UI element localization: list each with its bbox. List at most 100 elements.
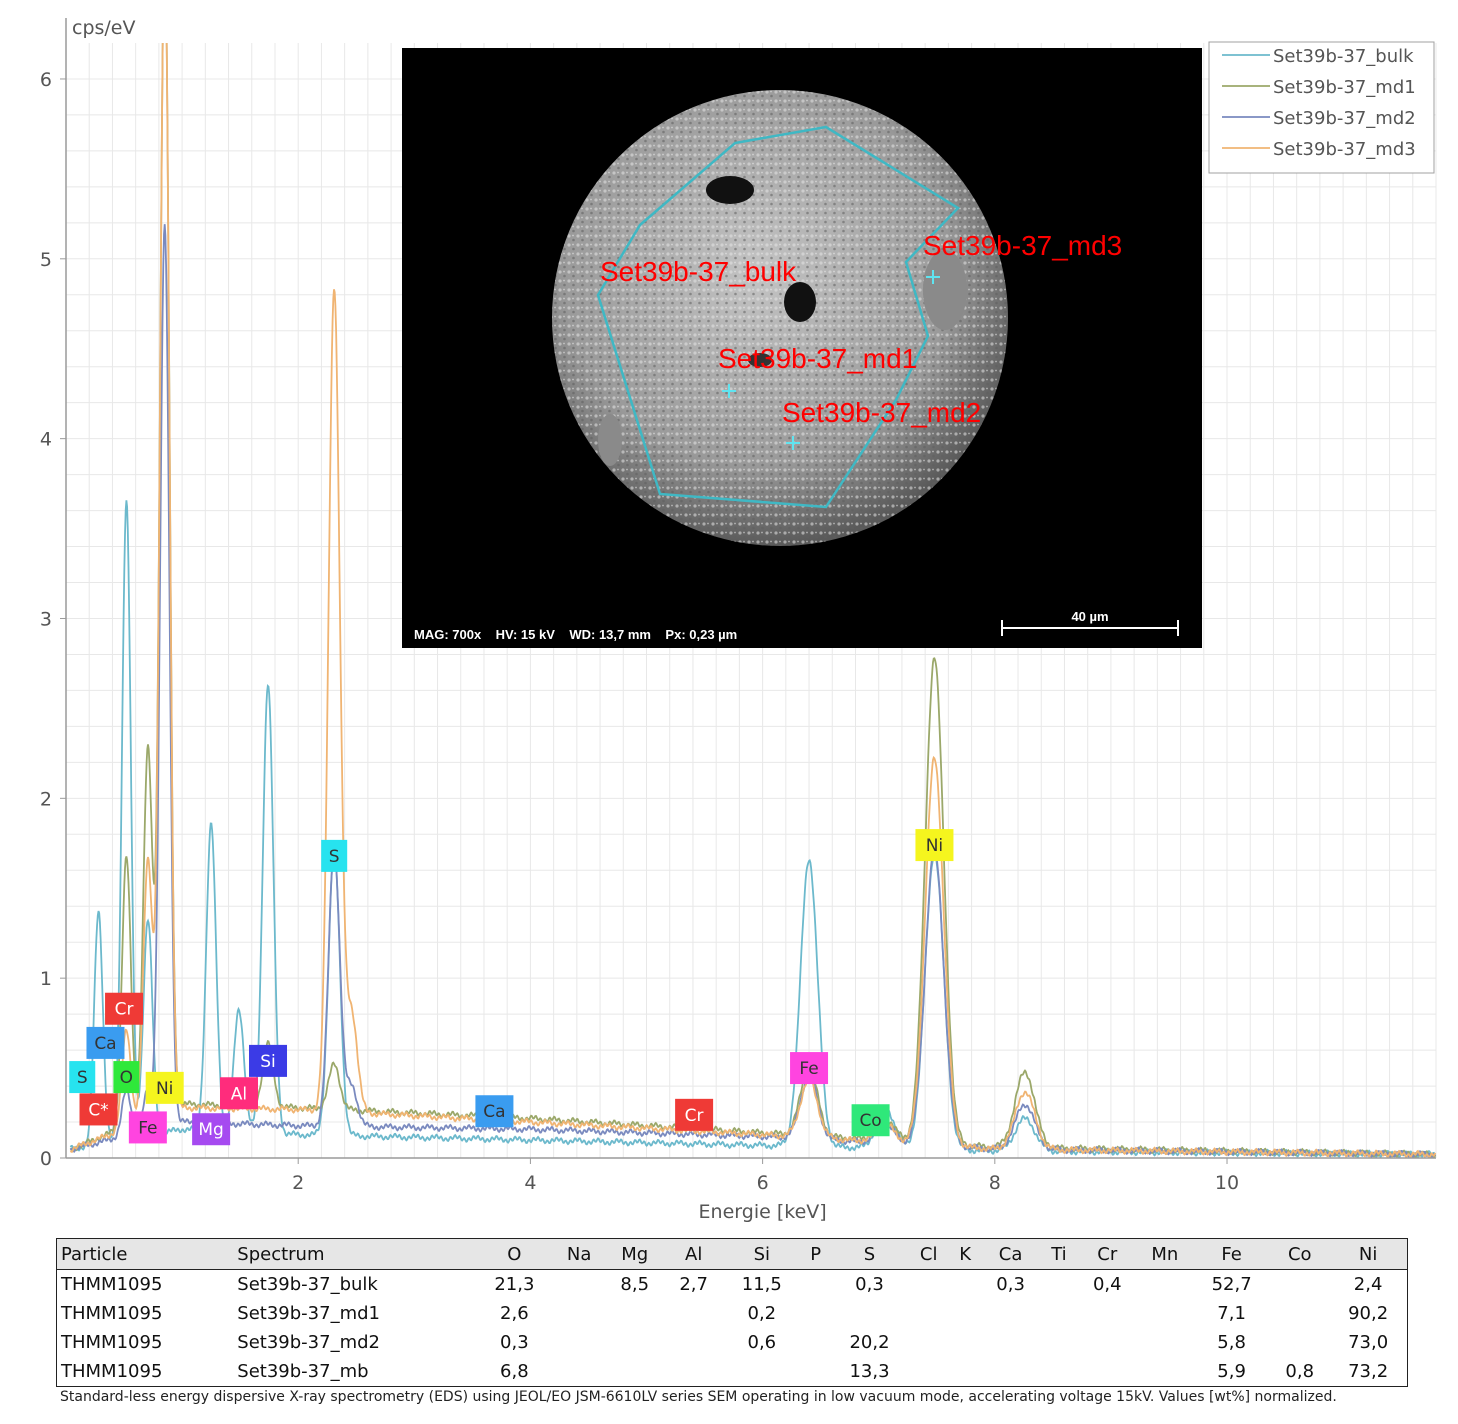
table-cell bbox=[1137, 1328, 1193, 1357]
table-cell: 6,8 bbox=[500, 1361, 529, 1382]
table-header-cell: Ni bbox=[1329, 1238, 1408, 1270]
table-cell bbox=[553, 1357, 605, 1387]
element-label: C* bbox=[79, 1093, 118, 1126]
element-label: Si bbox=[249, 1044, 288, 1077]
table-cell: 0,3 bbox=[996, 1274, 1025, 1295]
table-cell: Set39b-37_mb bbox=[237, 1361, 369, 1382]
legend-entry: Set39b-37_md3 bbox=[1273, 139, 1416, 160]
table-cell: Set39b-37_md2 bbox=[237, 1332, 380, 1353]
table-cell: 0,3 bbox=[855, 1274, 884, 1295]
y-tick-label: 1 bbox=[40, 968, 52, 990]
table-cell bbox=[664, 1299, 723, 1328]
table-cell: THMM1095 bbox=[61, 1274, 163, 1295]
sem-image-inset: Set39b-37_bulk Set39b-37_md1 Set39b-37_m… bbox=[402, 48, 1202, 648]
table-cell bbox=[1078, 1328, 1137, 1357]
table-cell bbox=[1078, 1357, 1137, 1387]
element-label-text: Ni bbox=[156, 1079, 173, 1099]
element-label-text: Fe bbox=[138, 1118, 157, 1138]
table-cell bbox=[1040, 1270, 1078, 1300]
element-label-text: S bbox=[329, 847, 340, 867]
table-row: THMM1095 Set39b-37_md1 2,6 0,2 7,1 90,2 bbox=[57, 1299, 1408, 1328]
table-cell bbox=[723, 1357, 800, 1387]
element-label-text: Co bbox=[859, 1111, 881, 1131]
table-cell: 2,6 bbox=[500, 1303, 529, 1324]
element-label-text: O bbox=[120, 1068, 133, 1088]
table-cell bbox=[553, 1270, 605, 1300]
table-header-cell: S bbox=[830, 1238, 909, 1270]
table-cell bbox=[949, 1357, 981, 1387]
table-cell bbox=[664, 1357, 723, 1387]
table-cell: 11,5 bbox=[741, 1274, 782, 1295]
element-label-text: Mg bbox=[198, 1120, 223, 1140]
table-cell bbox=[605, 1299, 664, 1328]
table-header-cell: Mn bbox=[1136, 1238, 1193, 1270]
sem-scale-label: 40 µm bbox=[1071, 609, 1108, 624]
table-row: THMM1095 Set39b-37_bulk 21,3 8,5 2,7 11,5 0,3 0… bbox=[57, 1270, 1408, 1300]
x-tick-label: 10 bbox=[1215, 1172, 1239, 1194]
element-label: Ni bbox=[145, 1071, 184, 1104]
x-axis-label: Energie [keV] bbox=[699, 1201, 827, 1223]
table-cell bbox=[908, 1270, 949, 1300]
table-cell bbox=[981, 1328, 1040, 1357]
table-header-cell: Fe bbox=[1192, 1238, 1271, 1270]
table-cell: Set39b-37_md1 bbox=[237, 1303, 380, 1324]
table-cell bbox=[1270, 1299, 1329, 1328]
element-label-text: Al bbox=[231, 1084, 247, 1104]
table-header-cell: Mg bbox=[605, 1238, 665, 1270]
table-cell bbox=[949, 1270, 981, 1300]
table-header-cell: O bbox=[475, 1238, 554, 1270]
element-label: Co bbox=[851, 1104, 890, 1137]
table-cell: 5,9 bbox=[1217, 1361, 1246, 1382]
table-cell bbox=[949, 1328, 981, 1357]
table-cell: Set39b-37_bulk bbox=[237, 1274, 378, 1295]
table-body: THMM1095 Set39b-37_bulk 21,3 8,5 2,7 11,5 0,3 0… bbox=[57, 1270, 1408, 1387]
table-cell: 5,8 bbox=[1217, 1332, 1246, 1353]
sem-label-md2: Set39b-37_md2 bbox=[782, 397, 981, 428]
chart-legend: Set39b-37_bulk Set39b-37_md1 Set39b-37_md2… bbox=[1208, 41, 1435, 174]
element-label-text: Ni bbox=[926, 836, 943, 856]
legend-entry: Set39b-37_md2 bbox=[1273, 108, 1416, 129]
element-label-text: Ca bbox=[483, 1102, 505, 1122]
table-header-cell: Co bbox=[1270, 1238, 1330, 1270]
table-cell bbox=[800, 1299, 830, 1328]
element-label-text: S bbox=[77, 1068, 88, 1088]
table-cell: 21,3 bbox=[494, 1274, 535, 1295]
table-cell: THMM1095 bbox=[61, 1303, 163, 1324]
table-cell: 52,7 bbox=[1211, 1274, 1252, 1295]
element-label: Fe bbox=[128, 1111, 167, 1144]
table-cell bbox=[605, 1328, 664, 1357]
element-labels: S Ni Fe Co Cr Ca Si Al Mg Ni Fe O S Ca Cr C* bbox=[69, 829, 954, 1146]
element-label: Ni bbox=[915, 829, 954, 862]
x-tick-label: 6 bbox=[757, 1172, 769, 1194]
element-label-text: Fe bbox=[799, 1059, 818, 1079]
legend-entry: Set39b-37_md1 bbox=[1273, 77, 1416, 98]
table-cell bbox=[1270, 1270, 1329, 1300]
sem-label-bulk: Set39b-37_bulk bbox=[600, 256, 797, 287]
element-label-text: C* bbox=[88, 1100, 108, 1120]
table-header-cell: Cl bbox=[908, 1238, 950, 1270]
element-label-text: Si bbox=[260, 1052, 276, 1072]
element-label: O bbox=[113, 1061, 140, 1094]
element-label-text: Cr bbox=[685, 1106, 704, 1126]
sem-info-bar: MAG: 700x HV: 15 kV WD: 13,7 mm Px: 0,23… bbox=[414, 627, 737, 642]
table-header-cell: Na bbox=[553, 1238, 606, 1270]
table-cell: 8,5 bbox=[620, 1274, 650, 1295]
table-cell: 0,2 bbox=[747, 1303, 777, 1324]
element-label: Ca bbox=[86, 1026, 125, 1059]
table-cell bbox=[800, 1328, 830, 1357]
table-header-cell: Ca bbox=[981, 1238, 1041, 1270]
table-row: THMM1095 Set39b-37_md2 0,3 0,6 20,2 5,8 73,0 bbox=[57, 1328, 1408, 1357]
sem-inclusion bbox=[923, 250, 967, 330]
table-header-cell: Spectrum bbox=[233, 1238, 476, 1270]
y-tick-label: 5 bbox=[40, 249, 52, 271]
table-cell: THMM1095 bbox=[61, 1361, 163, 1382]
table-cell: 0,8 bbox=[1285, 1361, 1315, 1382]
table-cell: 20,2 bbox=[849, 1332, 890, 1353]
sem-label-md1: Set39b-37_md1 bbox=[718, 343, 917, 374]
element-label: Cr bbox=[675, 1098, 714, 1131]
table-cell bbox=[908, 1299, 949, 1328]
table-header-cell: Cr bbox=[1077, 1238, 1137, 1270]
legend-entry: Set39b-37_bulk bbox=[1273, 46, 1414, 67]
table-cell: 0,6 bbox=[747, 1332, 777, 1353]
sem-pore bbox=[784, 282, 816, 322]
